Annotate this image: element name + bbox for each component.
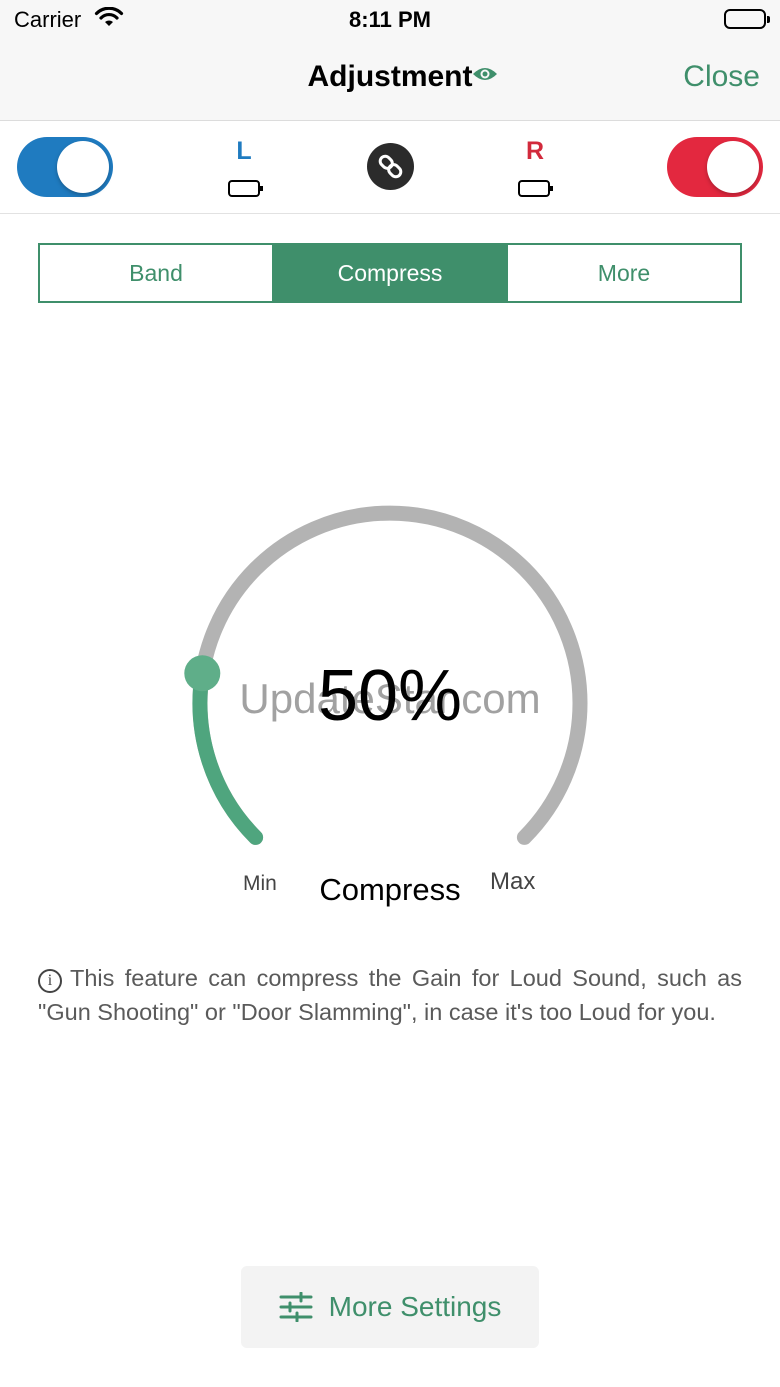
- mode-tabs: Band Compress More: [38, 243, 742, 303]
- dial-caption: Compress: [319, 872, 461, 907]
- tab-band[interactable]: Band: [40, 245, 274, 301]
- dial-max-label: Max: [490, 868, 536, 895]
- info-icon: i: [38, 969, 62, 993]
- link-ears-button[interactable]: [367, 143, 414, 190]
- page-title: Adjustment: [307, 60, 473, 93]
- more-settings-button[interactable]: More Settings: [241, 1266, 539, 1348]
- eye-icon[interactable]: [471, 64, 499, 89]
- toggle-knob: [57, 141, 109, 193]
- left-battery-icon: [228, 180, 263, 197]
- info-text: This feature can compress the Gain for L…: [38, 965, 742, 1025]
- link-icon: [378, 154, 403, 179]
- right-ear-label: R: [525, 137, 545, 165]
- battery-icon: [724, 9, 770, 29]
- left-ear-label: L: [236, 137, 252, 165]
- sliders-icon: [279, 1292, 313, 1322]
- status-time: 8:11 PM: [349, 7, 431, 32]
- right-battery-icon: [518, 180, 553, 197]
- tab-more[interactable]: More: [508, 245, 740, 301]
- tab-compress[interactable]: Compress: [274, 245, 508, 301]
- info-text-block: i This feature can compress the Gain for …: [38, 961, 742, 1029]
- dial-value: 50%: [317, 656, 463, 736]
- ear-selector-row: L R: [0, 121, 780, 214]
- toggle-knob: [707, 141, 759, 193]
- close-button[interactable]: Close: [683, 60, 760, 94]
- more-settings-label: More Settings: [328, 1291, 502, 1322]
- left-ear-toggle[interactable]: [17, 137, 113, 197]
- status-bar: Carrier 8:11 PM: [0, 0, 780, 40]
- navigation-bar: Adjustment Close: [0, 40, 780, 120]
- top-bar: Carrier 8:11 PM Adjustment Close: [0, 0, 780, 121]
- right-ear-toggle[interactable]: [667, 137, 763, 197]
